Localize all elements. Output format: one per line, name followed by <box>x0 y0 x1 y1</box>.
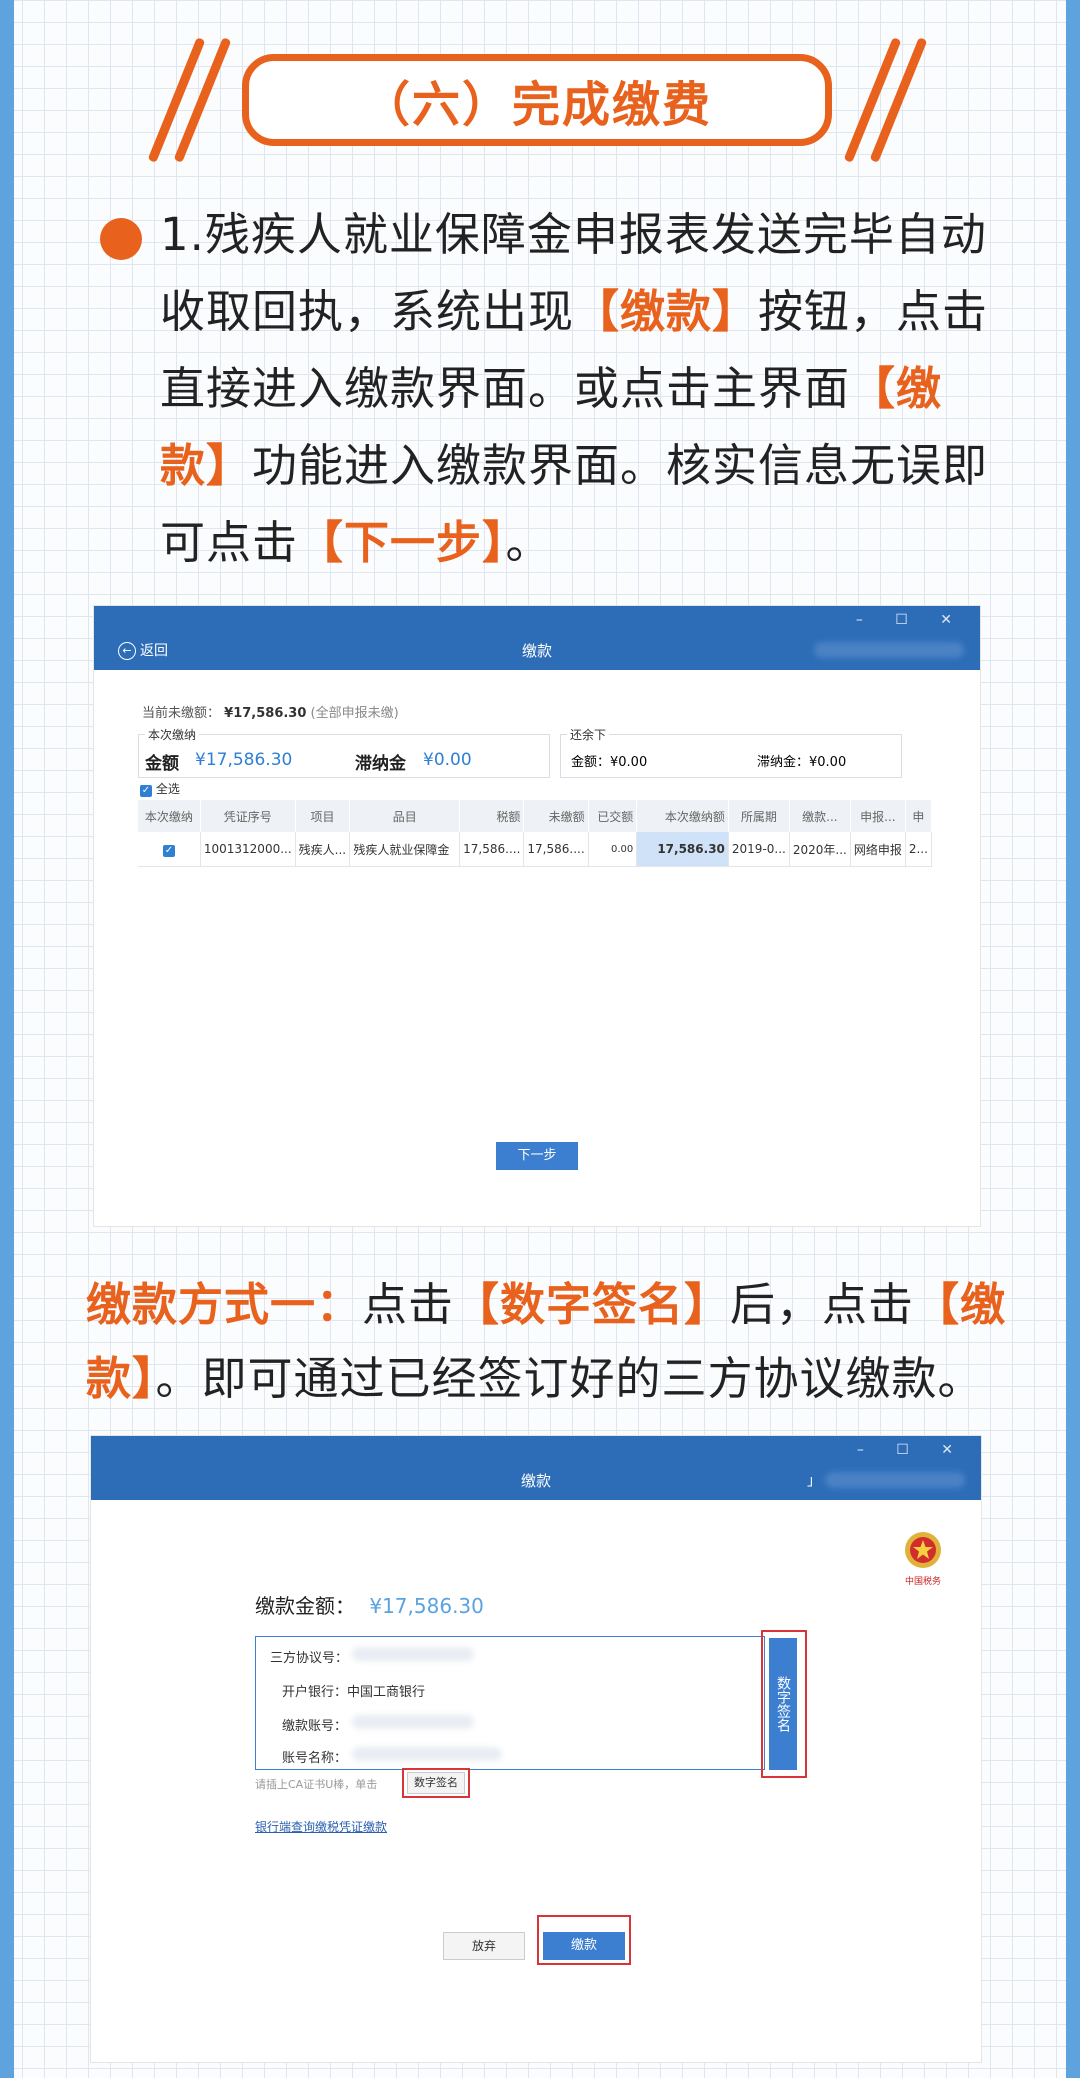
unpaid-value: ¥17,586.30 <box>224 706 307 721</box>
amount-value: ¥17,586.30 <box>369 1594 484 1618</box>
agreement-row: 三方协议号： <box>270 1647 348 1666</box>
window-controls[interactable]: – ☐ ✕ <box>856 612 966 628</box>
blurred-agreement-number <box>352 1647 474 1661</box>
unpaid-note: (全部申报未缴) <box>310 706 399 721</box>
title-slash <box>173 37 232 163</box>
column-header[interactable]: 凭证序号 <box>200 800 296 832</box>
late-fee-label: 滞纳金 <box>355 754 406 774</box>
account-row: 缴款账号： <box>282 1715 347 1734</box>
tax-emblem: 中国税务 <box>901 1530 945 1587</box>
text: 功能进入缴款界面。核实信息无误即可点击 <box>160 439 989 569</box>
field-label: 三方协议号： <box>270 1651 349 1666</box>
bullet-dot <box>100 218 142 260</box>
table-cell: 残疾人... <box>295 832 351 867</box>
table-cell: 0.00 <box>588 832 638 867</box>
abandon-button[interactable]: 放弃 <box>443 1932 525 1960</box>
payment-amount: 缴款金额： ¥17,586.30 <box>255 1590 484 1619</box>
blurred-user-info <box>814 642 964 658</box>
instruction-paragraph-1: 1.残疾人就业保障金申报表发送完毕自动收取回执，系统出现【缴款】按钮，点击直接进… <box>160 196 1010 581</box>
section-title: （六）完成缴费 <box>147 37 928 163</box>
unpaid-label: 当前未缴额： <box>142 706 221 721</box>
column-header[interactable]: 申 <box>905 800 933 832</box>
payment-table: 本次缴纳 凭证序号 项目 品目 税额 未缴额 已交额 本次缴纳额 所属期 缴款.… <box>138 800 933 867</box>
text: 。即可通过已经签订好的三方协议缴款。 <box>155 1352 984 1405</box>
column-header[interactable]: 本次缴纳 <box>138 800 201 832</box>
text: 后，点击 <box>730 1278 915 1331</box>
table-cell: 2019-0... <box>728 832 790 867</box>
blurred-account-number <box>352 1715 474 1729</box>
payment-confirm-screenshot: – ☐ ✕ 缴款 」 中国税务 缴款金额： ¥17,586.30 三方协议号： … <box>91 1436 981 2062</box>
table-cell: 2... <box>905 832 933 867</box>
right-border <box>1066 0 1080 2078</box>
column-header[interactable]: 项目 <box>295 800 351 832</box>
emblem-caption: 中国税务 <box>904 1577 941 1587</box>
highlight: 缴款方式一： <box>86 1278 363 1331</box>
bank-query-link[interactable]: 银行端查询缴税凭证缴款 <box>255 1818 387 1835</box>
title-box: （六）完成缴费 <box>242 54 832 146</box>
highlight-box <box>761 1630 807 1778</box>
payment-window-screenshot: – ☐ ✕ ← 返回 缴款 当前未缴额： ¥17,586.30 (全部申报未缴) … <box>94 606 980 1226</box>
remaining-amount: 金额：¥0.00 <box>571 755 648 770</box>
remaining-late-fee: 滞纳金：¥0.00 <box>757 755 847 770</box>
column-header[interactable]: 品目 <box>349 800 461 832</box>
text: 点击 <box>362 1278 455 1331</box>
column-header[interactable]: 已交额 <box>588 800 638 832</box>
checkbox-icon: ✓ <box>140 785 152 797</box>
highlight: 【数字签名】 <box>454 1278 731 1331</box>
left-border <box>0 0 14 2078</box>
table-cell: 1001312000... <box>200 832 296 867</box>
column-header[interactable]: 所属期 <box>728 800 790 832</box>
title-mark: 」 <box>807 1473 821 1489</box>
column-header[interactable]: 缴款... <box>789 800 851 832</box>
next-step-button[interactable]: 下一步 <box>496 1142 578 1170</box>
remaining-panel: 还余下 金额：¥0.00 滞纳金：¥0.00 <box>560 726 902 778</box>
amount-value: ¥17,586.30 <box>195 750 293 770</box>
text: 。 <box>505 516 552 569</box>
row-checkbox[interactable]: ✓ <box>162 844 175 857</box>
amount-label: 缴款金额： <box>255 1594 355 1618</box>
window-controls[interactable]: – ☐ ✕ <box>857 1442 967 1458</box>
late-fee-value: ¥0.00 <box>423 750 472 770</box>
tax-emblem-icon <box>905 1532 941 1568</box>
ca-hint: 请插上CA证书U棒，单击 <box>255 1778 378 1791</box>
column-header[interactable]: 本次缴纳额 <box>636 800 729 832</box>
table-header: 本次缴纳 凭证序号 项目 品目 税额 未缴额 已交额 本次缴纳额 所属期 缴款.… <box>138 800 933 832</box>
field-label: 账号名称： <box>282 1751 348 1766</box>
column-header[interactable]: 申报... <box>850 800 906 832</box>
highlight: 【缴款】 <box>574 285 759 338</box>
field-label: 开户银行： <box>282 1685 348 1700</box>
account-info-box: 三方协议号： 开户银行：中国工商银行 缴款账号： 账号名称： <box>255 1636 765 1770</box>
select-all-checkbox[interactable]: ✓ 全选 <box>140 780 180 797</box>
bank-value: 中国工商银行 <box>347 1685 426 1700</box>
instruction-paragraph-2: 缴款方式一：点击【数字签名】后，点击【缴款】。即可通过已经签订好的三方协议缴款。 <box>86 1268 1010 1416</box>
column-header[interactable]: 未缴额 <box>523 800 589 832</box>
highlight-box <box>402 1768 470 1798</box>
column-header[interactable]: 税额 <box>459 800 525 832</box>
table-cell: 网络申报 <box>850 832 906 867</box>
table-row[interactable]: ✓ 1001312000... 残疾人... 残疾人就业保障金 17,586..… <box>138 832 933 867</box>
table-cell: 17,586.... <box>459 832 525 867</box>
blurred-user-info <box>825 1472 965 1488</box>
blurred-account-name <box>352 1747 502 1761</box>
title-slash <box>869 37 928 163</box>
table-cell[interactable]: 17,586.30 <box>636 832 729 867</box>
panel-legend: 还余下 <box>567 726 610 743</box>
panel-legend: 本次缴纳 <box>145 726 200 743</box>
select-all-label: 全选 <box>155 782 180 796</box>
unpaid-summary: 当前未缴额： ¥17,586.30 (全部申报未缴) <box>142 702 399 721</box>
window-titlebar: – ☐ ✕ ← 返回 缴款 <box>94 606 980 670</box>
account-name-row: 账号名称： <box>282 1747 347 1766</box>
field-label: 缴款账号： <box>282 1719 348 1734</box>
amount-label: 金额 <box>145 754 179 774</box>
window-titlebar: – ☐ ✕ 缴款 」 <box>91 1436 981 1500</box>
title-text: （六）完成缴费 <box>361 77 712 133</box>
table-cell: 2020年... <box>789 832 851 867</box>
highlight-box <box>537 1915 631 1965</box>
highlight: 【下一步】 <box>298 516 506 569</box>
table-cell: 17,586.... <box>523 832 589 867</box>
this-payment-panel: 本次缴纳 金额 ¥17,586.30 滞纳金 ¥0.00 <box>138 726 550 778</box>
bank-row: 开户银行：中国工商银行 <box>282 1681 425 1700</box>
table-cell: 残疾人就业保障金 <box>349 832 461 867</box>
